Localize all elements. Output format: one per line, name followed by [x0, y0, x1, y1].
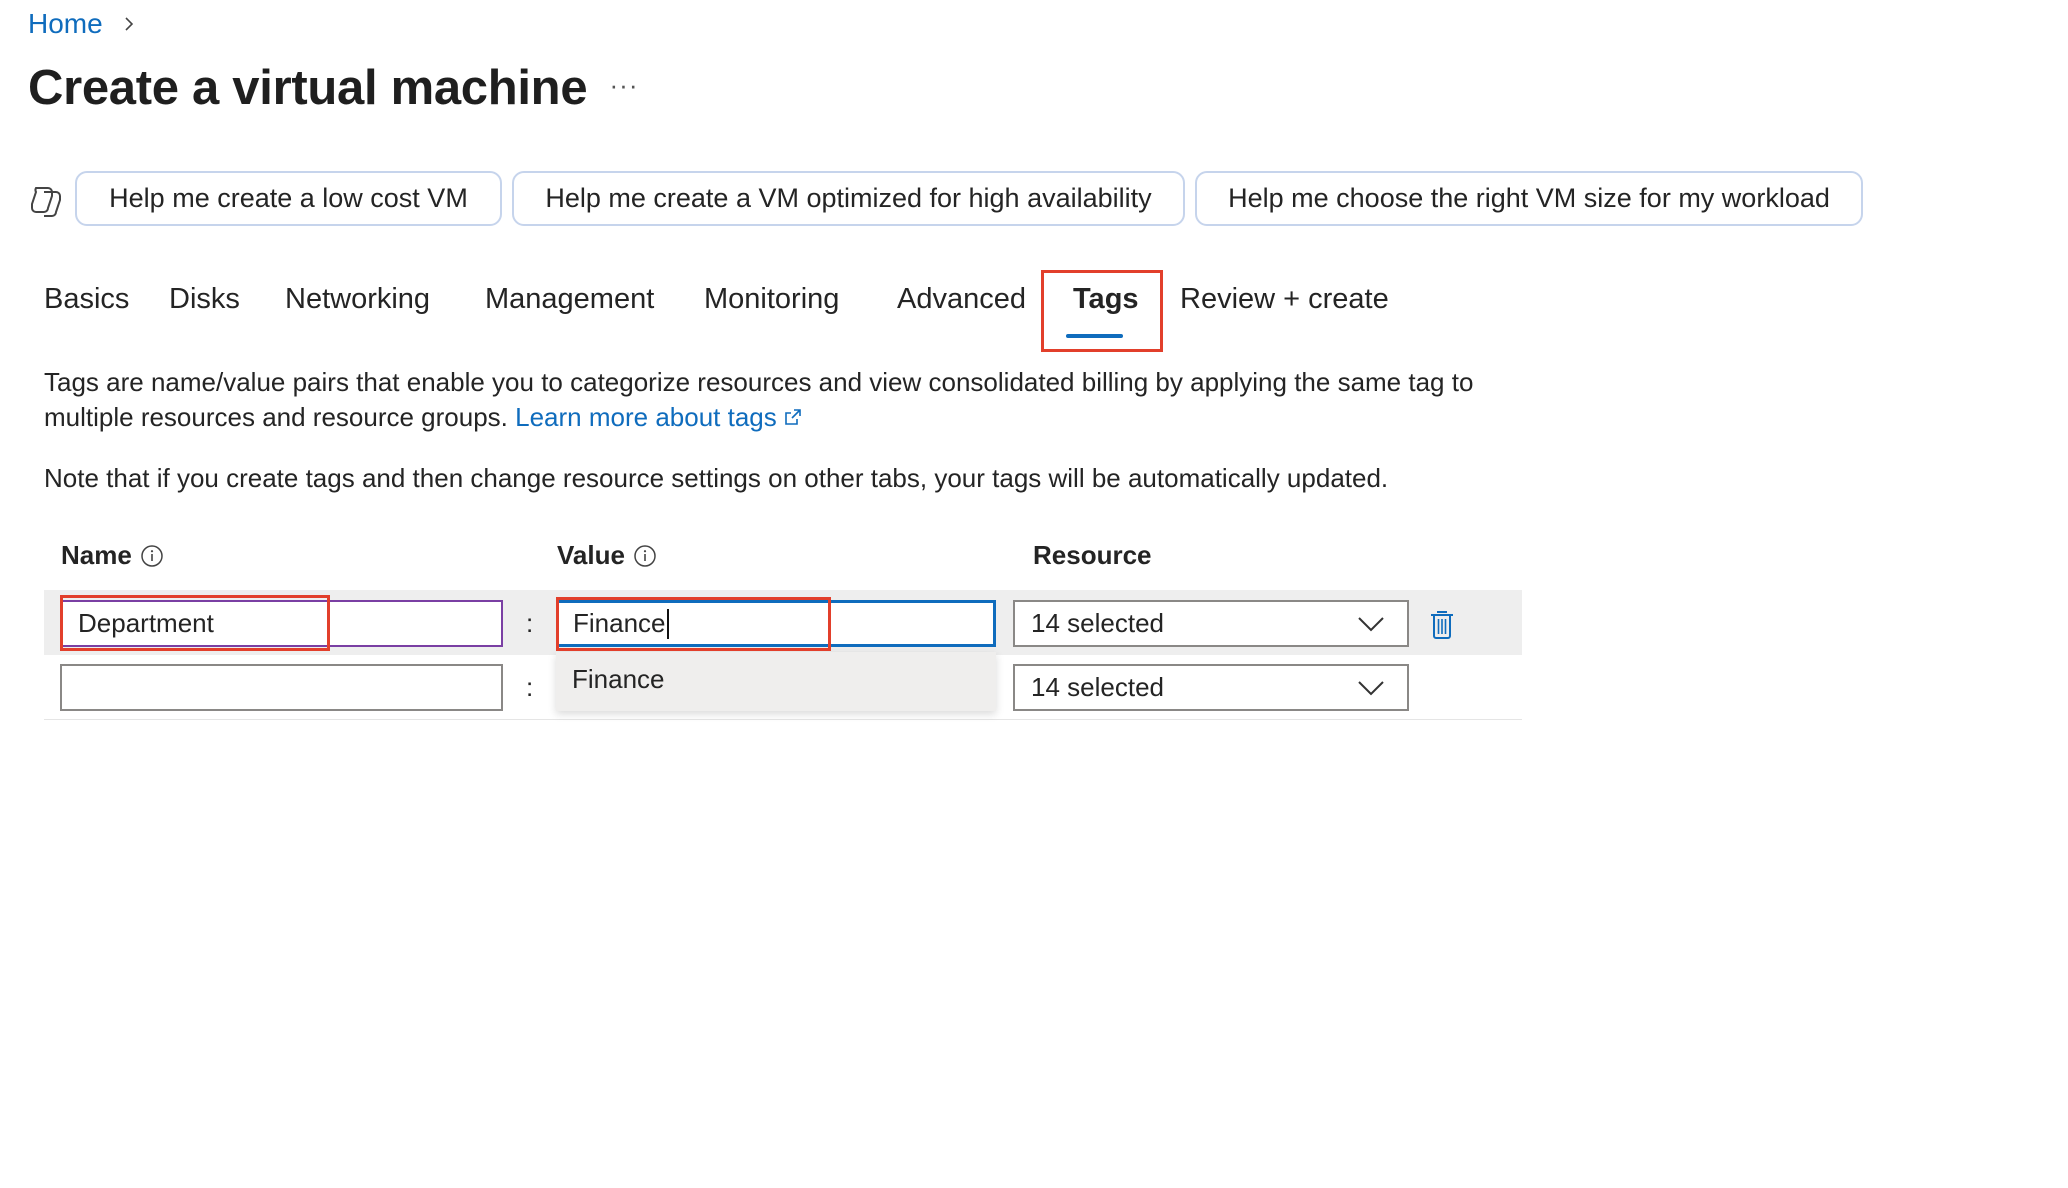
tab-basics[interactable]: Basics	[44, 283, 129, 329]
suggestion-vm-size-button[interactable]: Help me choose the right VM size for my …	[1195, 171, 1863, 226]
highlight-box	[1041, 270, 1163, 352]
tab-review-create[interactable]: Review + create	[1180, 283, 1389, 329]
suggestion-high-availability-button[interactable]: Help me create a VM optimized for high a…	[512, 171, 1185, 226]
copilot-icon	[31, 187, 61, 217]
header-name-label: Name	[61, 540, 132, 570]
info-icon[interactable]	[140, 544, 164, 568]
chevron-down-icon	[1358, 681, 1384, 696]
name-value-separator: :	[526, 672, 534, 702]
header-name: Name	[61, 540, 164, 571]
highlight-box	[556, 597, 831, 651]
resource-select-value: 14 selected	[1031, 672, 1164, 702]
tab-advanced[interactable]: Advanced	[897, 283, 1026, 329]
highlight-box	[60, 595, 330, 651]
header-value-label: Value	[557, 540, 625, 570]
more-options-button[interactable]: ···	[604, 70, 644, 110]
breadcrumb-home-link[interactable]: Home	[28, 8, 103, 40]
learn-more-tags-link[interactable]: Learn more about tags	[515, 402, 803, 432]
delete-icon[interactable]	[1428, 608, 1456, 640]
tags-note: Note that if you create tags and then ch…	[44, 463, 1389, 493]
value-suggestion-list: Finance	[556, 652, 996, 711]
header-resource: Resource	[1033, 540, 1152, 570]
chevron-right-icon	[125, 17, 133, 31]
page-title: Create a virtual machine	[28, 61, 588, 115]
header-value: Value	[557, 540, 657, 571]
breadcrumb: Home	[28, 6, 137, 42]
tab-monitoring[interactable]: Monitoring	[704, 283, 839, 329]
resource-select[interactable]: 14 selected	[1013, 664, 1409, 711]
value-suggestion-option[interactable]: Finance	[572, 664, 665, 695]
tab-management[interactable]: Management	[485, 283, 654, 329]
tags-description: Tags are name/value pairs that enable yo…	[44, 365, 1524, 435]
suggestion-low-cost-vm-button[interactable]: Help me create a low cost VM	[75, 171, 502, 226]
chevron-down-icon	[1358, 617, 1384, 632]
resource-select-value: 14 selected	[1031, 608, 1164, 638]
tag-name-input[interactable]	[60, 664, 503, 711]
external-link-icon	[784, 409, 801, 425]
tab-networking[interactable]: Networking	[285, 283, 430, 329]
tab-disks[interactable]: Disks	[169, 283, 240, 329]
info-icon[interactable]	[633, 544, 657, 568]
learn-more-tags-label: Learn more about tags	[515, 402, 777, 432]
name-value-separator: :	[526, 608, 534, 638]
row-divider	[44, 719, 1522, 720]
resource-select[interactable]: 14 selected	[1013, 600, 1409, 647]
